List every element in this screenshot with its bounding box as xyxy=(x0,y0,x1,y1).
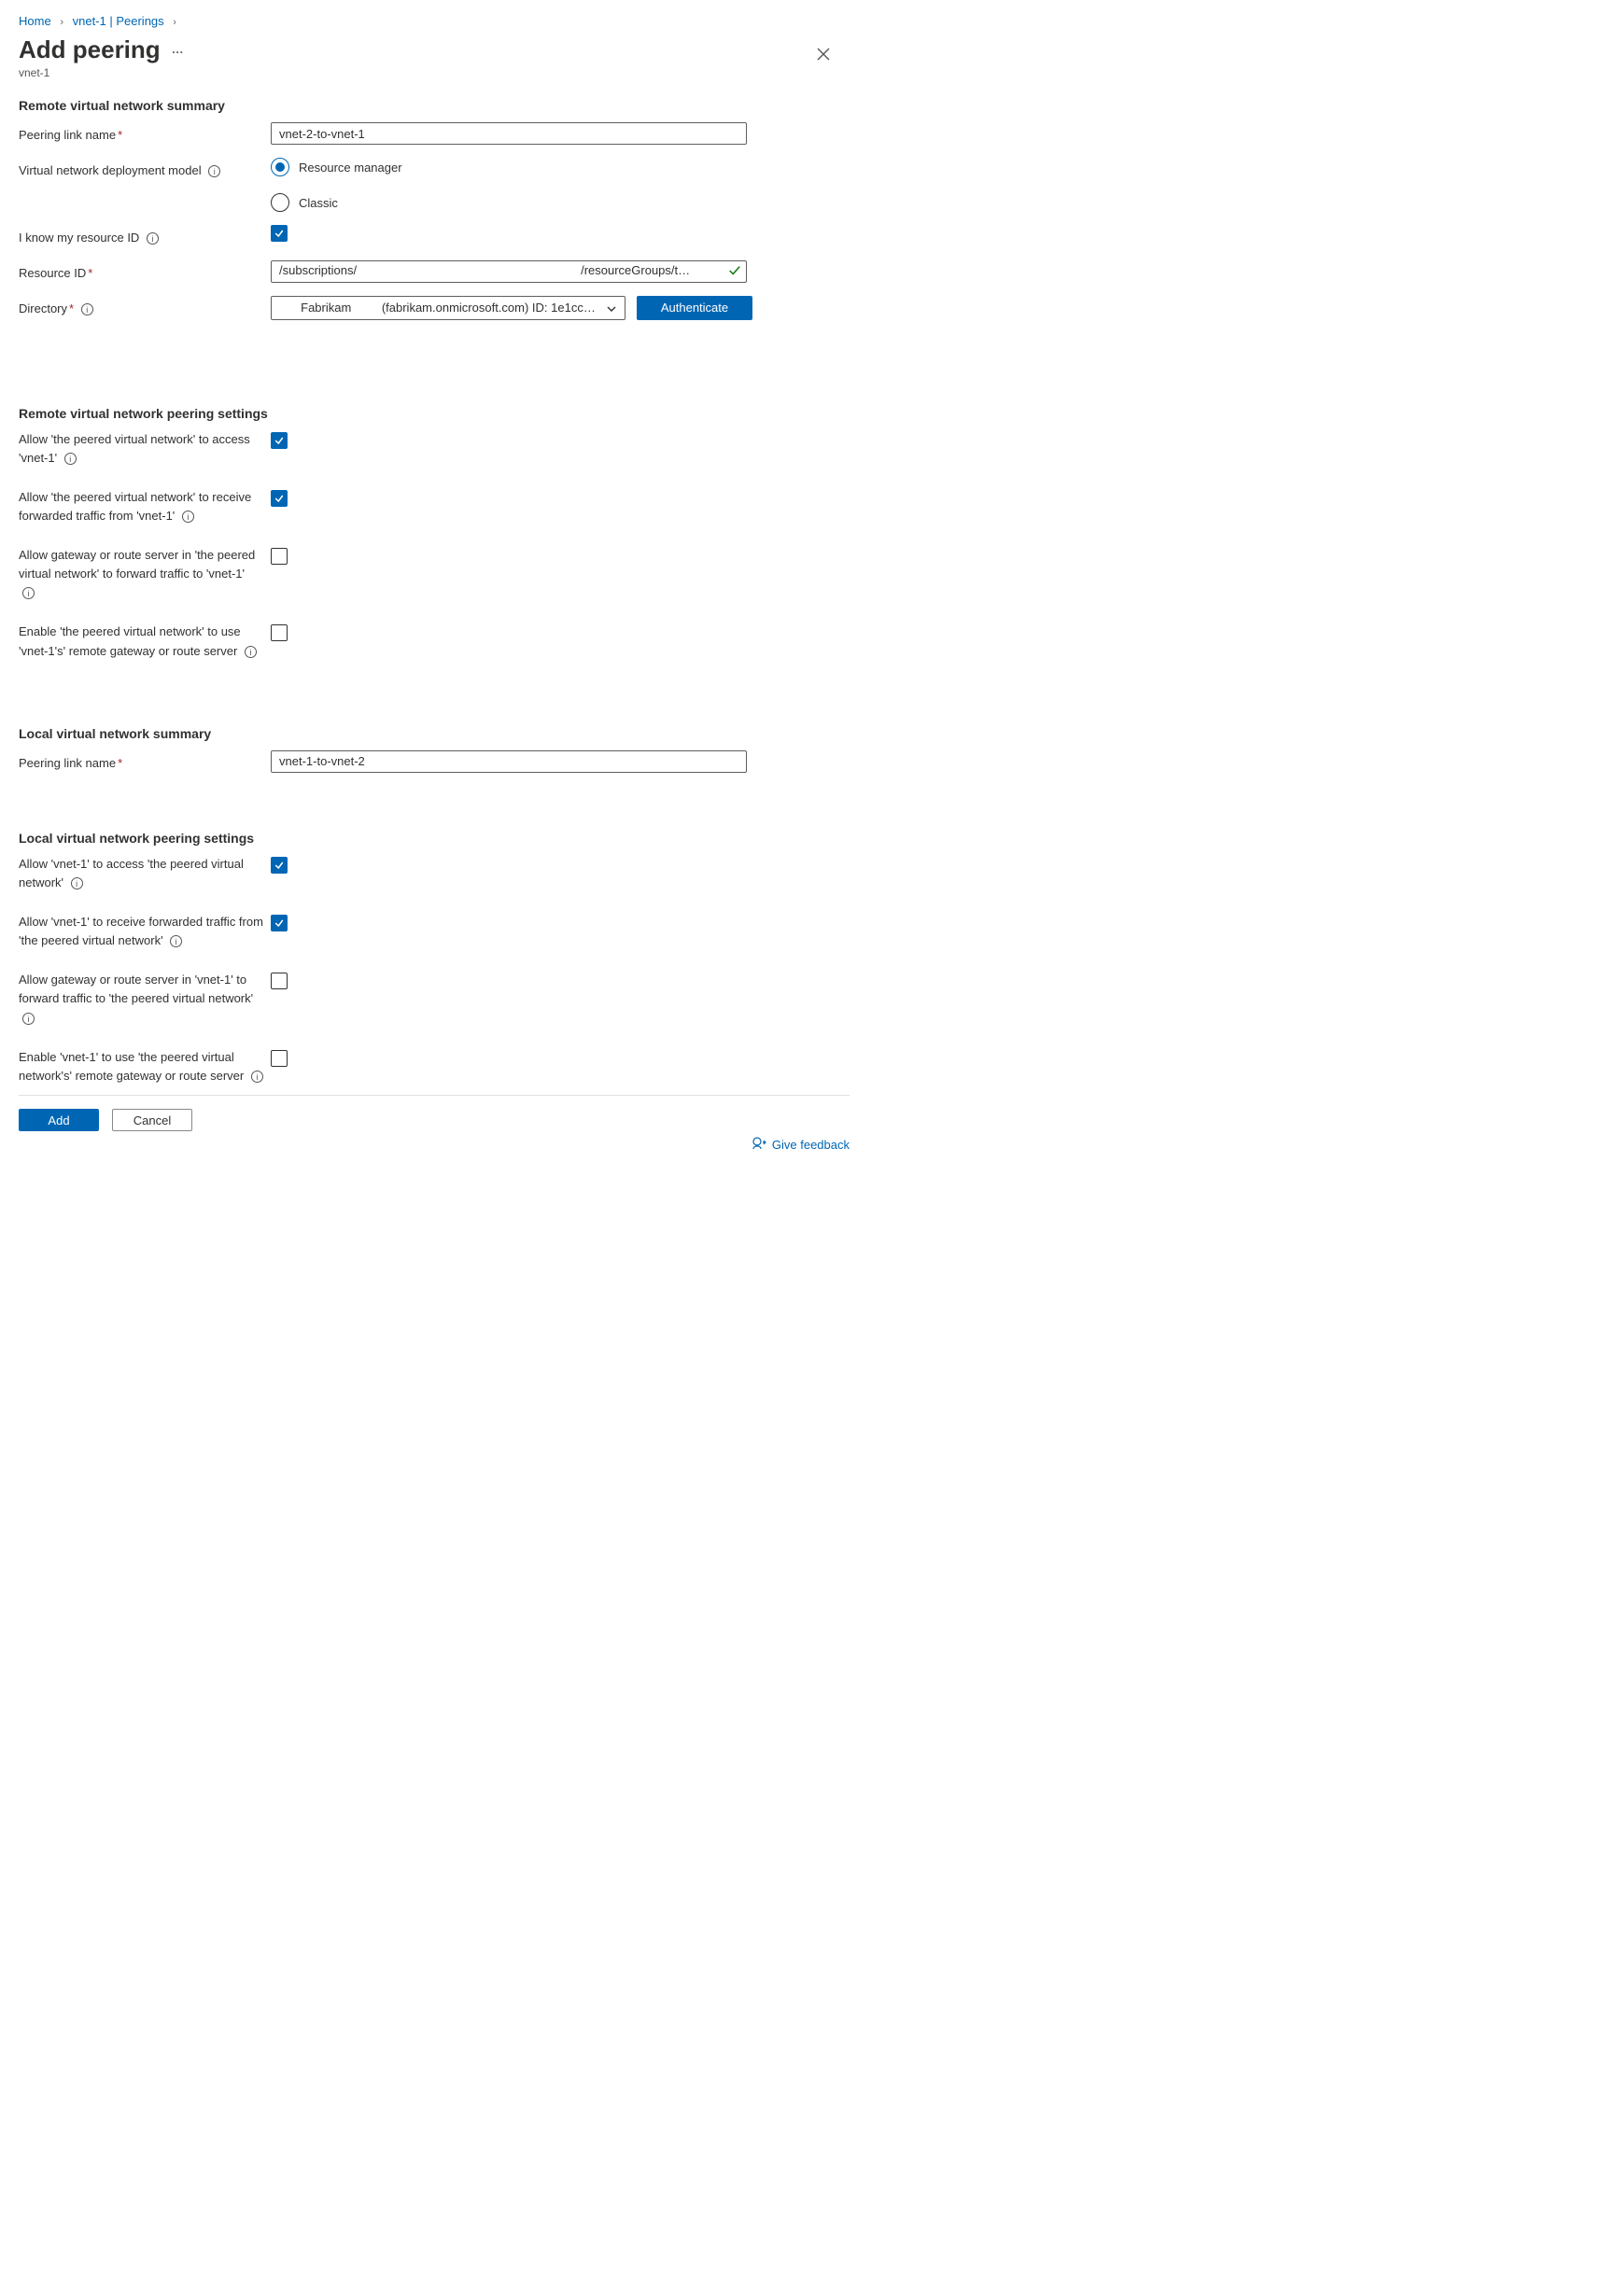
info-icon[interactable]: i xyxy=(147,232,159,245)
breadcrumb-sep-icon: › xyxy=(173,17,176,28)
checkbox-remote-allow-access[interactable] xyxy=(271,432,288,449)
label-local-allow-forwarded: Allow 'vnet-1' to receive forwarded traf… xyxy=(19,913,263,950)
label-local-allow-gateway: Allow gateway or route server in 'vnet-1… xyxy=(19,971,263,1027)
cancel-button[interactable]: Cancel xyxy=(112,1109,192,1131)
info-icon[interactable]: i xyxy=(64,453,77,465)
breadcrumb: Home › vnet-1 | Peerings › xyxy=(19,14,831,28)
checkbox-local-allow-gateway[interactable] xyxy=(271,973,288,989)
add-button[interactable]: Add xyxy=(19,1109,99,1131)
give-feedback-label: Give feedback xyxy=(772,1138,850,1152)
label-remote-allow-access: Allow 'the peered virtual network' to ac… xyxy=(19,430,263,468)
checkbox-know-resource-id[interactable] xyxy=(271,225,288,242)
feedback-icon xyxy=(752,1136,766,1154)
checkbox-remote-enable-remote-gw[interactable] xyxy=(271,624,288,641)
breadcrumb-vnet[interactable]: vnet-1 | Peerings xyxy=(73,14,164,28)
info-icon[interactable]: i xyxy=(22,1013,35,1025)
label-remote-allow-forwarded: Allow 'the peered virtual network' to re… xyxy=(19,488,263,525)
page-title: Add peering xyxy=(19,35,161,64)
directory-select[interactable]: Fabrikam (fabrikam.onmicrosoft.com) ID: … xyxy=(271,296,625,320)
breadcrumb-home[interactable]: Home xyxy=(19,14,51,28)
checkbox-local-allow-access[interactable] xyxy=(271,857,288,874)
info-icon[interactable]: i xyxy=(182,511,194,523)
info-icon[interactable]: i xyxy=(251,1071,263,1083)
info-icon[interactable]: i xyxy=(170,935,182,947)
valid-check-icon xyxy=(728,264,741,280)
info-icon[interactable]: i xyxy=(81,303,93,315)
checkbox-local-allow-forwarded[interactable] xyxy=(271,915,288,931)
section-remote-summary: Remote virtual network summary xyxy=(19,98,831,113)
label-know-resource-id: I know my resource ID i xyxy=(19,225,271,247)
checkbox-remote-allow-gateway[interactable] xyxy=(271,548,288,565)
label-deployment-model: Virtual network deployment model i xyxy=(19,158,271,180)
resource-id-input[interactable]: /subscriptions//resourceGroups/t… xyxy=(271,260,747,283)
info-icon[interactable]: i xyxy=(71,877,83,889)
checkbox-remote-allow-forwarded[interactable] xyxy=(271,490,288,507)
info-icon[interactable]: i xyxy=(245,646,257,658)
section-local-settings: Local virtual network peering settings xyxy=(19,831,831,846)
label-resource-id: Resource ID* xyxy=(19,260,271,283)
label-remote-enable-remote-gw: Enable 'the peered virtual network' to u… xyxy=(19,623,263,660)
radio-resource-manager-label: Resource manager xyxy=(299,161,402,175)
checkbox-local-enable-remote-gw[interactable] xyxy=(271,1050,288,1067)
label-local-enable-remote-gw: Enable 'vnet-1' to use 'the peered virtu… xyxy=(19,1048,263,1085)
chevron-down-icon xyxy=(606,303,617,317)
label-directory: Directory* i xyxy=(19,296,271,318)
radio-resource-manager[interactable] xyxy=(271,158,289,176)
breadcrumb-sep-icon: › xyxy=(60,17,63,28)
section-local-summary: Local virtual network summary xyxy=(19,726,831,741)
give-feedback-link[interactable]: Give feedback xyxy=(752,1136,850,1154)
more-actions-icon[interactable]: … xyxy=(172,42,186,56)
authenticate-button[interactable]: Authenticate xyxy=(637,296,752,320)
label-peering-link-name: Peering link name* xyxy=(19,122,271,145)
label-local-allow-access: Allow 'vnet-1' to access 'the peered vir… xyxy=(19,855,263,892)
remote-peering-name-input[interactable] xyxy=(271,122,747,145)
radio-classic-label: Classic xyxy=(299,196,338,210)
info-icon[interactable]: i xyxy=(22,587,35,599)
info-icon[interactable]: i xyxy=(208,165,220,177)
label-local-peering-link-name: Peering link name* xyxy=(19,750,271,773)
section-remote-settings: Remote virtual network peering settings xyxy=(19,406,831,421)
directory-select-value: Fabrikam (fabrikam.onmicrosoft.com) ID: … xyxy=(301,301,596,315)
local-peering-name-input[interactable] xyxy=(271,750,747,773)
radio-classic[interactable] xyxy=(271,193,289,212)
page-subtitle: vnet-1 xyxy=(19,66,831,79)
label-remote-allow-gateway: Allow gateway or route server in 'the pe… xyxy=(19,546,263,602)
close-icon[interactable] xyxy=(816,47,831,64)
